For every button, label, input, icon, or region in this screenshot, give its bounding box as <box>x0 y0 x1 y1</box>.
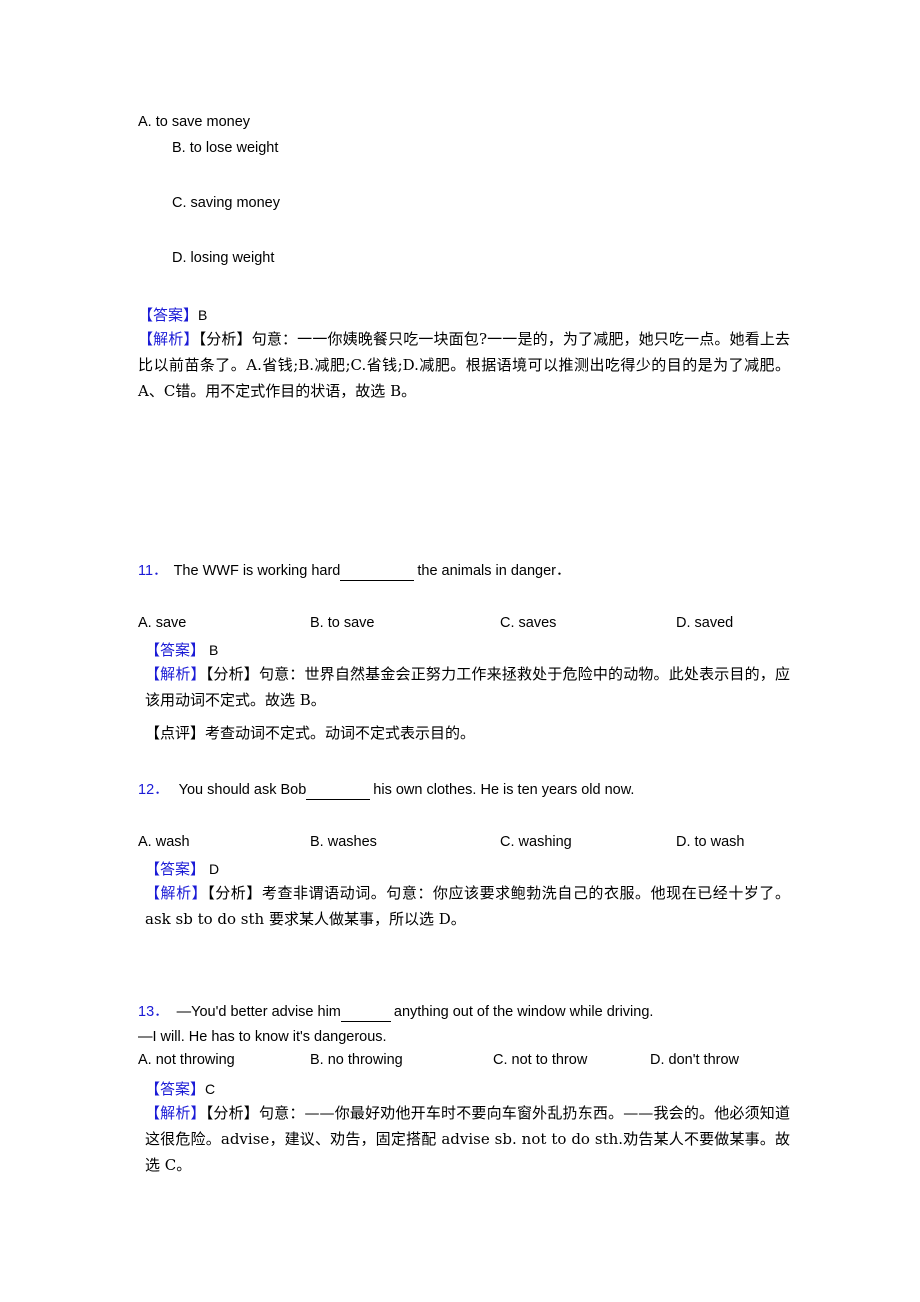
q13-answer-line: 【答案】C <box>145 1077 215 1103</box>
q11-option-c: C. saves <box>500 615 557 631</box>
q11-stem-after: the animals in danger． <box>417 563 571 579</box>
q13-answer-label: 【答案】 <box>145 1080 206 1098</box>
q13-option-a: A. not throwing <box>138 1052 235 1068</box>
q11-analysis-sub-label: 【分析】 <box>205 665 259 683</box>
q12-option-b: B. washes <box>310 834 377 850</box>
q13-option-d: D. don't throw <box>650 1052 740 1068</box>
q12-analysis-label: 【解析】 <box>145 884 208 902</box>
q13-analysis-label: 【解析】 <box>145 1104 206 1122</box>
q13-analysis-sub-label: 【分析】 <box>205 1104 259 1122</box>
document-page: A. to save money B. to lose weight C. sa… <box>0 0 920 1302</box>
q13-stem-line2: —I will. He has to know it's dangerous. <box>138 1027 387 1048</box>
q11-answer-value: B <box>209 642 219 658</box>
q10-option-b-label: B. to lose weight <box>172 140 279 156</box>
q10-option-c: C. saving money <box>172 193 280 214</box>
q13-option-b: B. no throwing <box>310 1052 403 1068</box>
q11-comment-block: 【点评】考查动词不定式。动词不定式表示目的。 <box>145 721 790 747</box>
q11-answer-line: 【答案】 B <box>145 638 218 664</box>
q11-analysis-block: 【解析】【分析】句意：世界自然基金会正努力工作来拯救处于危险中的动物。此处表示目… <box>145 662 790 714</box>
q12-analysis-block: 【解析】【分析】考查非谓语动词。句意：你应该要求鲍勃洗自己的衣服。他现在已经十岁… <box>145 881 790 933</box>
q12-stem-after: his own clothes. He is ten years old now… <box>373 782 635 798</box>
q10-answer-label: 【答案】 <box>138 306 199 324</box>
q11-options: A. save B. to save C. saves D. saved <box>138 615 790 637</box>
q13-number: 13． <box>138 1004 169 1020</box>
q10-analysis-block: 【解析】【分析】句意：一一你姨晚餐只吃一块面包?一一是的，为了减肥，她只吃一点。… <box>138 327 790 404</box>
q13-stem-before: —You'd better advise him <box>176 1004 341 1020</box>
q10-option-d-label: D. losing weight <box>172 250 275 266</box>
q11-option-d: D. saved <box>676 615 734 631</box>
q12-number: 12． <box>138 782 169 798</box>
q12-option-a: A. wash <box>138 834 190 850</box>
q10-analysis-label: 【解析】 <box>138 330 199 348</box>
q13-stem-line2-text: —I will. He has to know it's dangerous. <box>138 1029 387 1045</box>
q10-option-b: B. to lose weight <box>172 138 278 159</box>
q11-analysis-label: 【解析】 <box>145 665 206 683</box>
q11-blank <box>340 562 415 581</box>
q11-stem: 11． The WWF is working hard the animals i… <box>138 559 571 582</box>
q10-option-a-label: A. to save money <box>138 114 251 130</box>
q12-stem: 12． You should ask Bob his own clothes. H… <box>138 778 634 801</box>
q10-option-a: A. to save money <box>138 112 250 133</box>
q11-comment-label: 【点评】 <box>145 724 206 742</box>
q13-analysis-block: 【解析】【分析】句意：——你最好劝他开车时不要向车窗外乱扔东西。——我会的。他必… <box>145 1101 790 1178</box>
q12-answer-value: D <box>209 861 220 877</box>
q13-blank <box>340 1003 391 1022</box>
q12-blank <box>306 781 371 800</box>
q11-answer-label: 【答案】 <box>145 641 206 659</box>
q11-option-b: B. to save <box>310 615 375 631</box>
q12-option-d: D. to wash <box>676 834 745 850</box>
q12-options: A. wash B. washes C. washing D. to wash <box>138 834 790 856</box>
q10-option-c-label: C. saving money <box>172 195 280 211</box>
q12-answer-label: 【答案】 <box>145 860 206 878</box>
q10-option-d: D. losing weight <box>172 248 274 269</box>
q13-stem-line1: 13． —You'd better advise him anything out… <box>138 1000 653 1023</box>
q11-option-a: A. save <box>138 615 187 631</box>
q13-option-c: C. not to throw <box>493 1052 588 1068</box>
q13-answer-value: C <box>205 1081 216 1097</box>
q13-options: A. not throwing B. no throwing C. not to… <box>138 1052 790 1074</box>
q13-stem-after: anything out of the window while driving… <box>393 1004 654 1020</box>
q11-comment-text: 考查动词不定式。动词不定式表示目的。 <box>205 724 476 742</box>
q10-answer-value: B <box>198 307 208 323</box>
q12-option-c: C. washing <box>500 834 572 850</box>
q10-answer-line: 【答案】B <box>138 303 207 329</box>
q10-analysis-sub-label: 【分析】 <box>198 330 252 348</box>
q11-stem-before: The WWF is working hard <box>173 563 341 579</box>
q11-number: 11． <box>138 563 168 579</box>
q12-analysis-sub-label: 【分析】 <box>207 884 262 902</box>
q12-answer-line: 【答案】 D <box>145 857 219 883</box>
q12-stem-before: You should ask Bob <box>178 782 307 798</box>
